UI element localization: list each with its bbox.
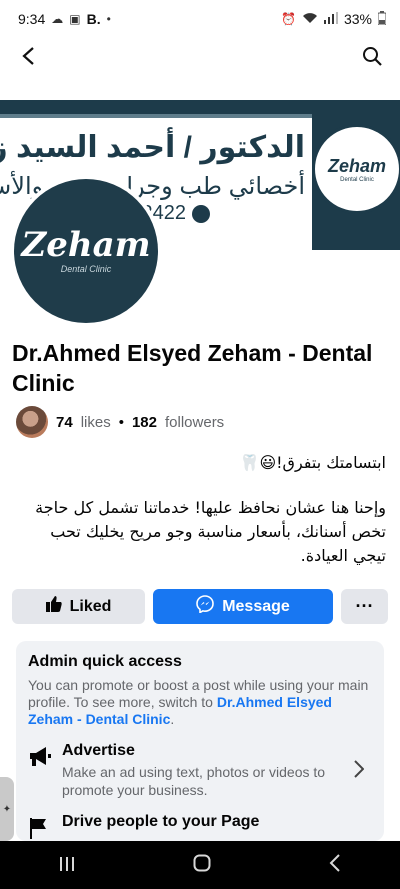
follower-avatar: [16, 406, 48, 438]
action-buttons: Liked Message ···: [12, 589, 388, 624]
admin-desc-suffix: .: [170, 711, 175, 727]
profile-logo: Zeham Dental Clinic: [14, 179, 158, 323]
separator-dot: •: [118, 413, 124, 431]
bio-tagline: ابتسامتك بتفرق!😃🦷: [239, 453, 386, 472]
admin-quick-access-card: Admin quick access You can promote or bo…: [16, 641, 384, 841]
thumbs-up-icon: [45, 596, 62, 617]
cover-doctor-name: الدكتور / أحمد السيد زحام: [0, 131, 305, 164]
liked-button[interactable]: Liked: [12, 589, 145, 624]
profile-picture[interactable]: Zeham Dental Clinic: [10, 175, 162, 327]
cloud-icon: ☁: [51, 12, 64, 26]
search-icon[interactable]: [358, 42, 386, 70]
system-nav-bar: [0, 841, 400, 889]
likes-count: 74: [56, 413, 73, 431]
flag-icon: [28, 813, 62, 839]
phone-icon: [192, 204, 210, 223]
dot-icon: •: [106, 12, 111, 26]
followers-label: followers: [165, 413, 225, 431]
message-label: Message: [222, 597, 290, 615]
likes-label: likes: [80, 413, 111, 431]
status-right: ⏰ 33%: [281, 10, 387, 28]
more-icon: ···: [355, 596, 374, 616]
messenger-icon: [196, 595, 215, 618]
drive-people-row[interactable]: Drive people to your Page: [28, 813, 372, 839]
drive-people-title: Drive people to your Page: [62, 813, 260, 830]
message-button[interactable]: Message: [153, 589, 333, 624]
status-badge: B.: [86, 11, 101, 27]
cover-logo-text: Zeham: [327, 155, 387, 176]
admin-description: You can promote or boost a post while us…: [28, 677, 372, 728]
back-icon[interactable]: [329, 853, 341, 877]
status-bar: 9:34 ☁ ▣ B. • ⏰ 33%: [0, 0, 400, 38]
alarm-icon: ⏰: [281, 12, 296, 26]
more-button[interactable]: ···: [341, 589, 388, 624]
cover-logo-subtext: Dental Clinic: [340, 176, 374, 183]
profile-logo-text: Zeham: [21, 225, 151, 265]
back-arrow-icon[interactable]: [14, 42, 42, 70]
drive-people-text: Drive people to your Page: [62, 813, 372, 831]
home-icon[interactable]: [193, 854, 211, 877]
advertise-description: Make an ad using text, photos or videos …: [62, 764, 326, 798]
wifi-icon: [302, 11, 318, 27]
page-stats[interactable]: 74 likes • 182 followers: [16, 406, 224, 438]
admin-title: Admin quick access: [28, 653, 182, 670]
recents-icon[interactable]: [59, 855, 75, 876]
profile-logo-subtext: Dental Clinic: [60, 264, 112, 274]
gallery-icon: ▣: [69, 12, 81, 26]
battery-percent: 33%: [343, 11, 372, 27]
megaphone-icon: [28, 742, 62, 768]
status-left: 9:34 ☁ ▣ B. •: [18, 11, 111, 27]
accessibility-handle[interactable]: ✦: [0, 777, 14, 841]
battery-icon: [377, 10, 387, 28]
cover-logo: Zeham Dental Clinic: [312, 124, 400, 214]
top-nav: [0, 38, 400, 74]
liked-label: Liked: [69, 597, 112, 615]
signal-icon: [323, 11, 338, 27]
chevron-right-icon: [354, 760, 365, 783]
page-title: Dr.Ahmed Elsyed Zeham - Dental Clinic: [12, 340, 373, 396]
followers-count: 182: [131, 413, 157, 431]
advertise-title: Advertise: [62, 742, 135, 759]
cover-top-band: [0, 100, 400, 114]
advertise-text: Advertise Make an ad using text, photos …: [62, 742, 372, 799]
accessibility-icon: ✦: [2, 803, 12, 815]
status-time: 9:34: [18, 11, 46, 27]
bio-description: وإحنا هنا عشان نحافظ عليها! خدماتنا تشمل…: [35, 498, 386, 565]
advertise-row[interactable]: Advertise Make an ad using text, photos …: [28, 742, 372, 799]
